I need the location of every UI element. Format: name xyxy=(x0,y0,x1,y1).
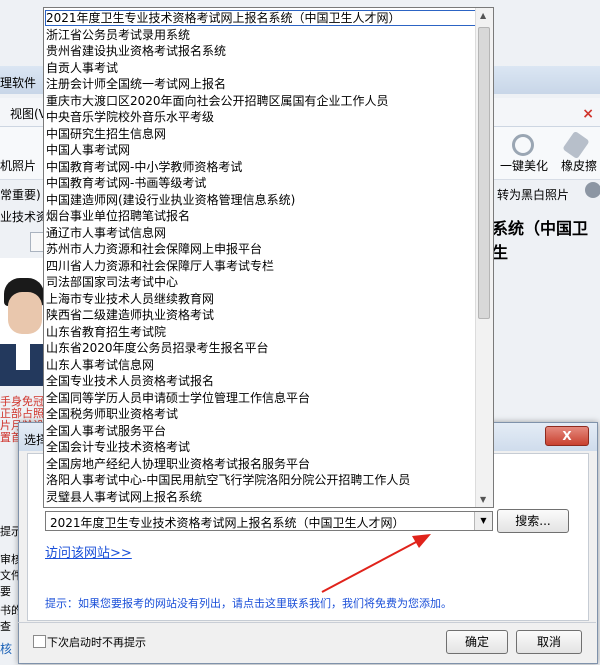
dropdown-option[interactable]: 中央音乐学院校外音乐水平考级 xyxy=(46,109,476,125)
dropdown-option[interactable]: 四川省人力资源和社会保障厅人事考试专栏 xyxy=(46,258,476,274)
app-title: 理软件 xyxy=(0,76,37,90)
toolbar-eraser-label[interactable]: 橡皮擦 xyxy=(561,157,597,174)
dropdown-option[interactable]: 通辽市人事考试信息网 xyxy=(46,225,476,241)
beautify-icon[interactable] xyxy=(512,134,534,156)
dropdown-option[interactable]: 上海市专业技术人员继续教育网 xyxy=(46,291,476,307)
dropdown-option[interactable]: 洛阳人事考试中心-中国民用航空飞行学院洛阳分院公开招聘工作人员 xyxy=(46,472,476,488)
dropdown-scrollbar[interactable]: ▲ ▼ xyxy=(475,8,493,507)
id-photo xyxy=(0,258,44,386)
side-link-text[interactable]: 核 xyxy=(0,640,12,657)
menu-view[interactable]: 视图(V xyxy=(10,105,47,122)
app-close-icon[interactable]: × xyxy=(582,106,594,122)
dropdown-option[interactable]: 全国专业技术人员资格考试报名 xyxy=(46,373,476,389)
hint-text[interactable]: 提示：如果您要报考的网站没有列出，请点击这里联系我们，我们将免费为您添加。 xyxy=(45,595,452,611)
site-dropdown-list: 2021年度卫生专业技术资格考试网上报名系统（中国卫生人才网） 浙江省公务员考试录… xyxy=(43,7,494,508)
dropdown-option[interactable]: 2021年度卫生专业技术资格考试网上报名系统（中国卫生人才网） xyxy=(45,10,477,26)
dropdown-option[interactable]: 全国同等学历人员申请硕士学位管理工作信息平台 xyxy=(46,390,476,406)
dropdown-option[interactable]: 山东省2020年度公务员招录考生报名平台 xyxy=(46,340,476,356)
system-title: 系统（中国卫生 xyxy=(492,219,589,262)
dropdown-option[interactable]: 山东人事考试信息网 xyxy=(46,357,476,373)
dropdown-option[interactable]: 浙江省公务员考试录用系统 xyxy=(46,27,476,43)
scroll-up-icon[interactable]: ▲ xyxy=(480,11,486,20)
combo-dropdown-icon[interactable]: ▼ xyxy=(474,512,492,530)
to-bw-button[interactable]: 转为黑白照片 xyxy=(497,186,569,203)
dropdown-option[interactable]: 注册会计师全国统一考试网上报名 xyxy=(46,76,476,92)
dont-show-label: 下次启动时不再提示 xyxy=(47,636,146,649)
toolbar-photo-label[interactable]: 机照片 xyxy=(0,157,36,174)
footer-divider xyxy=(18,622,596,623)
dropdown-option[interactable]: 全国税务师职业资格考试 xyxy=(46,406,476,422)
dropdown-option[interactable]: 陕西省二级建造师执业资格考试 xyxy=(46,307,476,323)
visit-site-link[interactable]: 访问该网站>> xyxy=(45,542,132,561)
combo-value: 2021年度卫生专业技术资格考试网上报名系统（中国卫生人才网） xyxy=(50,516,405,530)
dialog-close-button[interactable]: X xyxy=(545,426,589,446)
search-button[interactable]: 搜索... xyxy=(497,509,569,533)
dropdown-option[interactable]: 苏州市人力资源和社会保障网上申报平台 xyxy=(46,241,476,257)
left-pane-text: 业技术资 xyxy=(0,210,49,224)
scroll-down-icon[interactable]: ▼ xyxy=(480,495,486,504)
dropdown-option[interactable]: 山东省教育招生考试院 xyxy=(46,324,476,340)
dropdown-option[interactable]: 中国人事考试网 xyxy=(46,142,476,158)
cancel-button[interactable]: 取消 xyxy=(516,630,582,654)
dropdown-option[interactable]: 重庆市大渡口区2020年面向社会公开招聘区属国有企业工作人员 xyxy=(46,93,476,109)
user-icon xyxy=(585,182,600,198)
dropdown-option[interactable]: 中国教育考试网-书画等级考试 xyxy=(46,175,476,191)
dropdown-option[interactable]: 烟台事业单位招聘笔试报名 xyxy=(46,208,476,224)
dropdown-option[interactable]: 自贡人事考试 xyxy=(46,60,476,76)
scroll-thumb[interactable] xyxy=(478,27,490,319)
dropdown-option[interactable]: 中国研究生招生信息网 xyxy=(46,126,476,142)
site-select-combo[interactable]: 2021年度卫生专业技术资格考试网上报名系统（中国卫生人才网） ▼ xyxy=(45,511,493,531)
dropdown-option[interactable]: 中国建造师网(建设行业执业资格管理信息系统) xyxy=(46,192,476,208)
side-text: 查 xyxy=(0,620,11,633)
dropdown-option[interactable]: 贵州省建设执业资格考试报名系统 xyxy=(46,43,476,59)
important-label: 常重要) xyxy=(0,188,41,202)
dropdown-option[interactable]: 司法部国家司法考试中心 xyxy=(46,274,476,290)
dropdown-option[interactable]: 灵璧县人事考试网上报名系统 xyxy=(46,489,476,505)
side-text: 要 xyxy=(0,585,11,598)
dropdown-option[interactable]: 中国教育考试网-中小学教师资格考试 xyxy=(46,159,476,175)
toolbar-beautify-label[interactable]: 一键美化 xyxy=(500,157,548,174)
dropdown-option[interactable]: 全国房地产经纪人协理职业资格考试报名服务平台 xyxy=(46,456,476,472)
dropdown-option[interactable]: 全国人事考试服务平台 xyxy=(46,423,476,439)
dont-show-checkbox[interactable] xyxy=(33,635,46,648)
dropdown-option[interactable]: 全国会计专业技术资格考试 xyxy=(46,439,476,455)
ok-button[interactable]: 确定 xyxy=(446,630,508,654)
